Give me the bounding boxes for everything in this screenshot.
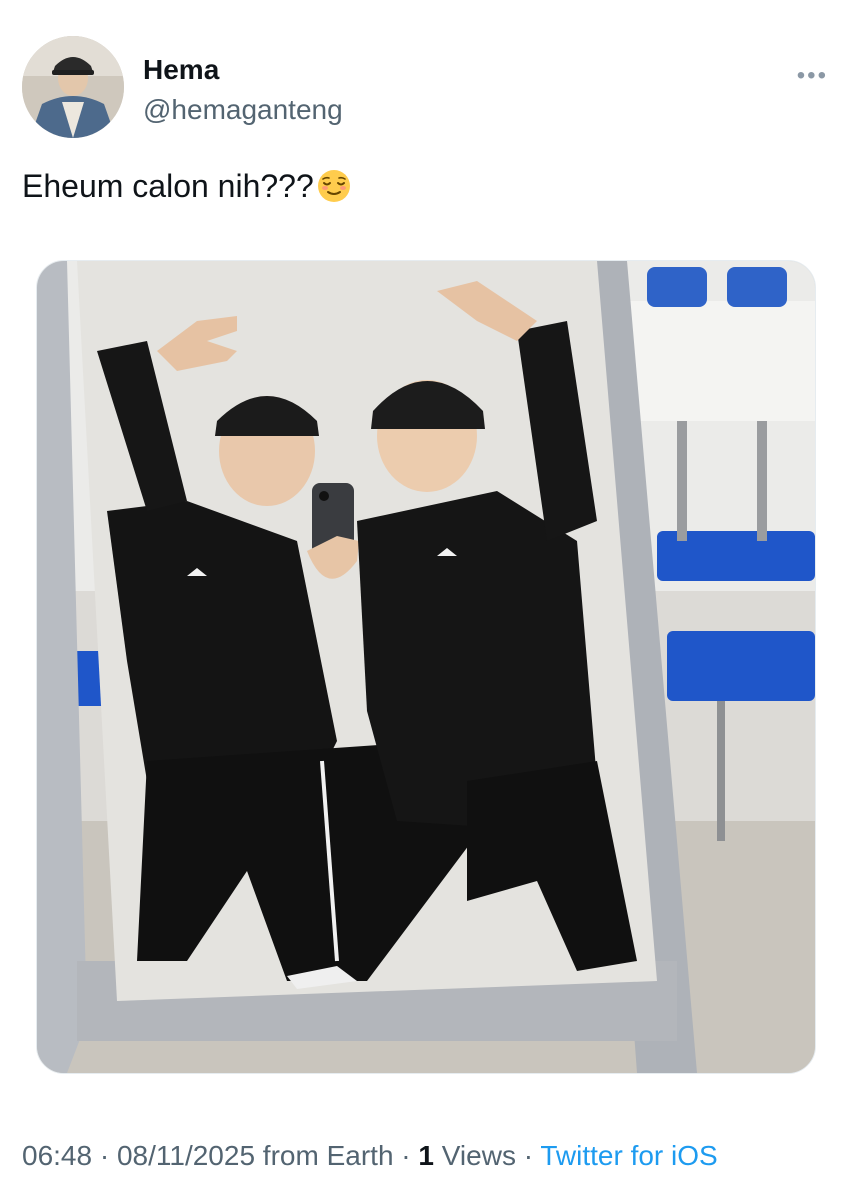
timestamp-date[interactable]: 08/11/2025 xyxy=(117,1140,255,1171)
view-count[interactable]: 1 xyxy=(418,1140,434,1171)
separator: · xyxy=(515,1140,541,1171)
tweet-meta: 06:48 · 08/11/2025 from Earth · 1 Views … xyxy=(22,1140,718,1172)
avatar-photo xyxy=(22,36,124,138)
views-label[interactable]: Views xyxy=(434,1140,516,1171)
more-icon[interactable]: ••• xyxy=(797,62,828,90)
mirror-selfie-photo xyxy=(37,261,815,1073)
separator: · xyxy=(393,1140,419,1171)
relieved-face-emoji-icon xyxy=(316,168,352,204)
avatar[interactable] xyxy=(22,36,124,138)
source-link[interactable]: Twitter for iOS xyxy=(540,1140,717,1171)
tweet-photo[interactable] xyxy=(36,260,816,1074)
separator: · xyxy=(92,1140,117,1171)
timestamp-time[interactable]: 06:48 xyxy=(22,1140,92,1171)
display-name[interactable]: Hema xyxy=(143,54,219,86)
tweet-header: Hema @hemaganteng ••• xyxy=(22,36,828,140)
location: from Earth xyxy=(255,1140,394,1171)
user-handle[interactable]: @hemaganteng xyxy=(143,94,343,126)
tweet-text: Eheum calon nih??? xyxy=(22,168,352,205)
tweet-text-content: Eheum calon nih??? xyxy=(22,168,314,204)
